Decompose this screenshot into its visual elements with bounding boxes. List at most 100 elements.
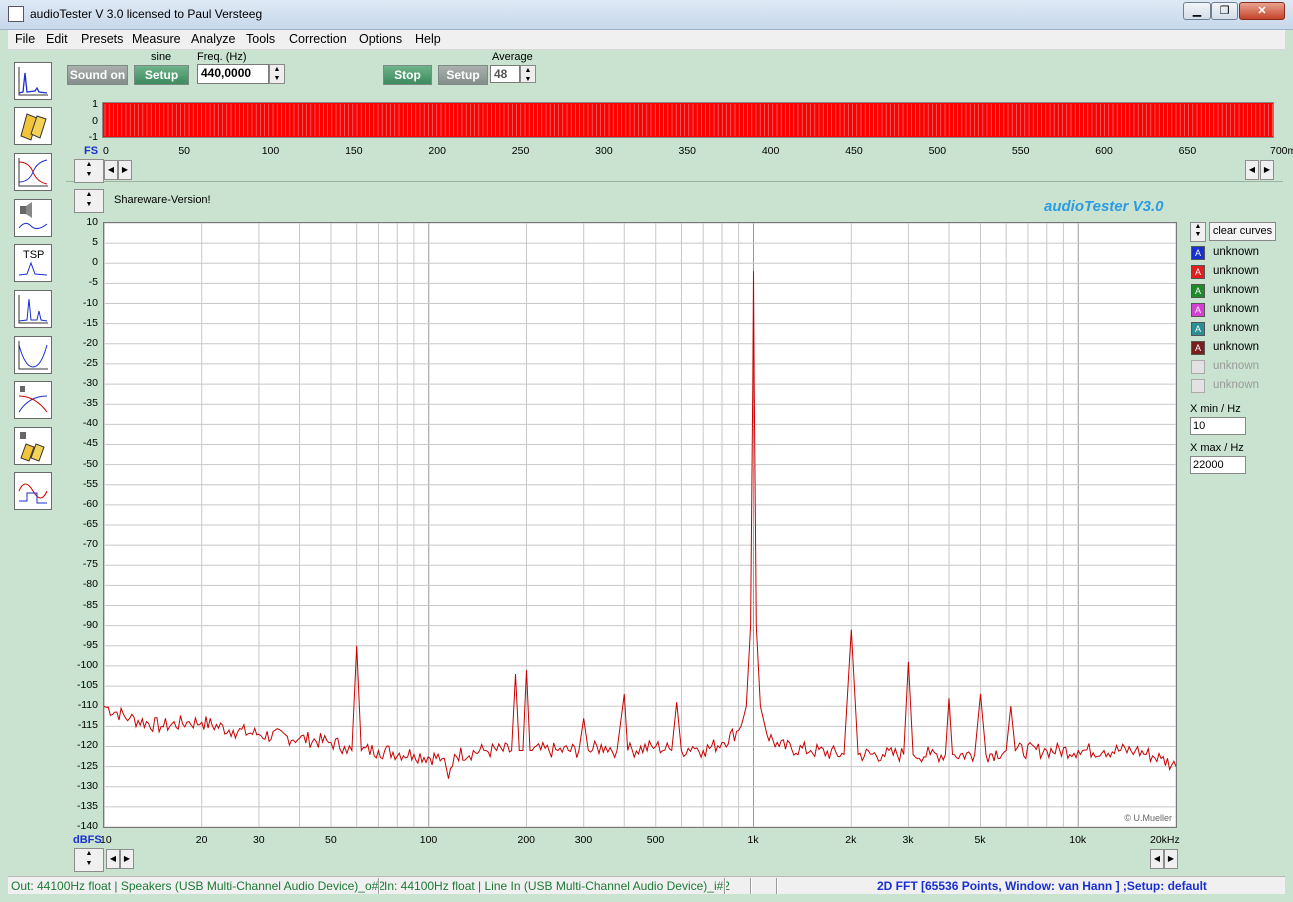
curve-label: unknown xyxy=(1213,341,1260,353)
spectrum-ytick: -105 xyxy=(76,679,98,692)
minimize-icon: ▁ xyxy=(1192,5,1202,17)
curve-label: unknown xyxy=(1213,246,1260,258)
menu-tools[interactable]: Tools xyxy=(246,32,275,46)
shareware-label: Shareware-Version! xyxy=(114,194,211,206)
legend-item[interactable]: Aunknown xyxy=(1190,340,1285,358)
curve-color-swatch[interactable]: A xyxy=(1191,322,1205,336)
spectrum-scroll-right-end[interactable]: ▶ xyxy=(1164,849,1178,869)
spectrum-ytick: -40 xyxy=(82,417,98,430)
scope-scroll-left-end[interactable]: ◀ xyxy=(1245,160,1259,180)
spectrum-ytick: -50 xyxy=(82,457,98,470)
spectrum-ytick: -125 xyxy=(76,759,98,772)
menu-edit[interactable]: Edit xyxy=(46,32,68,46)
stop-button[interactable]: Stop xyxy=(383,65,432,85)
menu-options[interactable]: Options xyxy=(359,32,402,46)
curve-color-swatch[interactable]: A xyxy=(1191,341,1205,355)
oscilloscope-tool-icon[interactable] xyxy=(14,472,52,510)
legend-stepper[interactable]: ▲ ▼ xyxy=(1190,222,1206,242)
scope-xtick: 150 xyxy=(345,145,363,157)
spectrum-xtick: 10k xyxy=(1069,834,1087,846)
menu-presets[interactable]: Presets xyxy=(81,32,123,46)
curve-color-swatch[interactable]: A xyxy=(1191,246,1205,260)
fft-tool-icon[interactable] xyxy=(14,290,52,328)
spectrum-ytick: -35 xyxy=(82,397,98,410)
maximize-button[interactable]: ❐ xyxy=(1211,2,1238,20)
scope-scroll-right-end[interactable]: ▶ xyxy=(1260,160,1274,180)
menu-help[interactable]: Help xyxy=(415,32,441,46)
curve-color-swatch[interactable] xyxy=(1191,379,1205,393)
curve-color-swatch[interactable]: A xyxy=(1191,303,1205,317)
frequency-stepper[interactable]: ▲ ▼ xyxy=(269,64,285,84)
spectrum-scroll-left-end[interactable]: ◀ xyxy=(1150,849,1164,869)
scope-zoom-stepper[interactable]: ▲ ▼ xyxy=(74,159,104,183)
scope-scroll-right[interactable]: ▶ xyxy=(118,160,132,180)
generator-type-label: sine xyxy=(151,51,172,63)
speakers-tool-icon[interactable] xyxy=(14,107,52,145)
clear-curves-button[interactable]: clear curves xyxy=(1209,222,1276,241)
xmin-input[interactable]: 10 xyxy=(1190,417,1246,435)
spectrum-xtick: 300 xyxy=(574,834,593,846)
legend-item[interactable]: unknown xyxy=(1190,359,1285,377)
menu-file[interactable]: File xyxy=(15,32,35,46)
scope-x-axis: 0 50 100 150 200 250 300 350 400 450 500 550 600 650 7… xyxy=(0,145,1293,159)
xmax-input[interactable]: 22000 xyxy=(1190,456,1246,474)
spectrum-xtick: 200 xyxy=(517,834,536,846)
spectrum-ytick: -25 xyxy=(82,356,98,369)
y-range-stepper[interactable]: ▲ ▼ xyxy=(74,189,104,213)
scope-xtick: 100 xyxy=(261,145,280,157)
analyzer-setup-button[interactable]: Setup xyxy=(438,65,488,85)
spectrum-ytick: -110 xyxy=(77,699,98,712)
legend-item[interactable]: Aunknown xyxy=(1190,283,1285,301)
speaker-measure-tool-icon[interactable] xyxy=(14,199,52,237)
menu-correction[interactable]: Correction xyxy=(289,32,347,46)
legend-item[interactable]: Aunknown xyxy=(1190,264,1285,282)
x-range-stepper[interactable]: ▲ ▼ xyxy=(74,848,104,872)
scope-xtick: 250 xyxy=(511,145,530,157)
curve-color-swatch[interactable]: A xyxy=(1191,265,1205,279)
status-separator xyxy=(724,878,726,894)
sound-on-button[interactable]: Sound on xyxy=(67,65,128,85)
close-button[interactable]: ✕ xyxy=(1239,2,1285,20)
curve-color-swatch[interactable]: A xyxy=(1191,284,1205,298)
spectrum-xtick: 30 xyxy=(252,834,265,846)
spectrum-plot-area: © U.Mueller xyxy=(103,222,1177,828)
scope-ytick: 1 xyxy=(92,98,98,110)
spectrum-xtick: 20kHz xyxy=(1150,834,1180,846)
legend-item[interactable]: unknown xyxy=(1190,378,1285,396)
legend-item[interactable]: Aunknown xyxy=(1190,245,1285,263)
average-stepper[interactable]: ▲ ▼ xyxy=(520,65,536,83)
status-output-device: Out: 44100Hz float | Speakers (USB Multi… xyxy=(11,879,385,893)
spectrum-ytick: 5 xyxy=(92,236,98,249)
frequency-input[interactable]: 440,0000 xyxy=(197,64,269,84)
spectrum-scroll-left[interactable]: ◀ xyxy=(106,849,120,869)
spectrum-tool-icon[interactable] xyxy=(14,62,52,100)
scope-scroll-left[interactable]: ◀ xyxy=(104,160,118,180)
xmax-label: X max / Hz xyxy=(1190,442,1244,454)
minimize-button[interactable]: ▁ xyxy=(1183,2,1211,20)
generator-setup-button[interactable]: Setup xyxy=(134,65,189,85)
spectrum-scroll-right[interactable]: ▶ xyxy=(120,849,134,869)
menu-measure[interactable]: Measure xyxy=(132,32,181,46)
average-input[interactable]: 48 xyxy=(490,65,520,83)
close-icon: ✕ xyxy=(1257,5,1267,17)
impedance-tool-icon[interactable] xyxy=(14,336,52,374)
app-window: { "window": {"title": "audioTester V 3.0… xyxy=(0,0,1293,902)
curve-label: unknown xyxy=(1213,379,1260,391)
tsp-tool-icon[interactable]: TSP xyxy=(14,244,52,282)
crossover-tool-icon[interactable] xyxy=(14,381,52,419)
scope-plot-area xyxy=(102,102,1274,138)
scope-xtick: 50 xyxy=(178,145,191,157)
headphone-tool-icon[interactable] xyxy=(14,427,52,465)
xmin-label: X min / Hz xyxy=(1190,403,1241,415)
spectrum-x-axis: 10 20 30 50 100 200 300 500 1k 2k 3k 5k 10k 20kHz xyxy=(0,834,1293,848)
scope-xtick: 200 xyxy=(428,145,446,157)
curve-color-swatch[interactable] xyxy=(1191,360,1205,374)
spectrum-ytick: 0 xyxy=(92,256,98,269)
curve-label: unknown xyxy=(1213,303,1260,315)
menu-analyze[interactable]: Analyze xyxy=(191,32,235,46)
legend-item[interactable]: Aunknown xyxy=(1190,302,1285,320)
curve-legend: Aunknown Aunknown Aunknown Aunknown Aunknown… xyxy=(1190,245,1285,397)
spectrum-ytick: -80 xyxy=(82,578,98,591)
scope-ytick: 0 xyxy=(92,115,98,127)
legend-item[interactable]: Aunknown xyxy=(1190,321,1285,339)
